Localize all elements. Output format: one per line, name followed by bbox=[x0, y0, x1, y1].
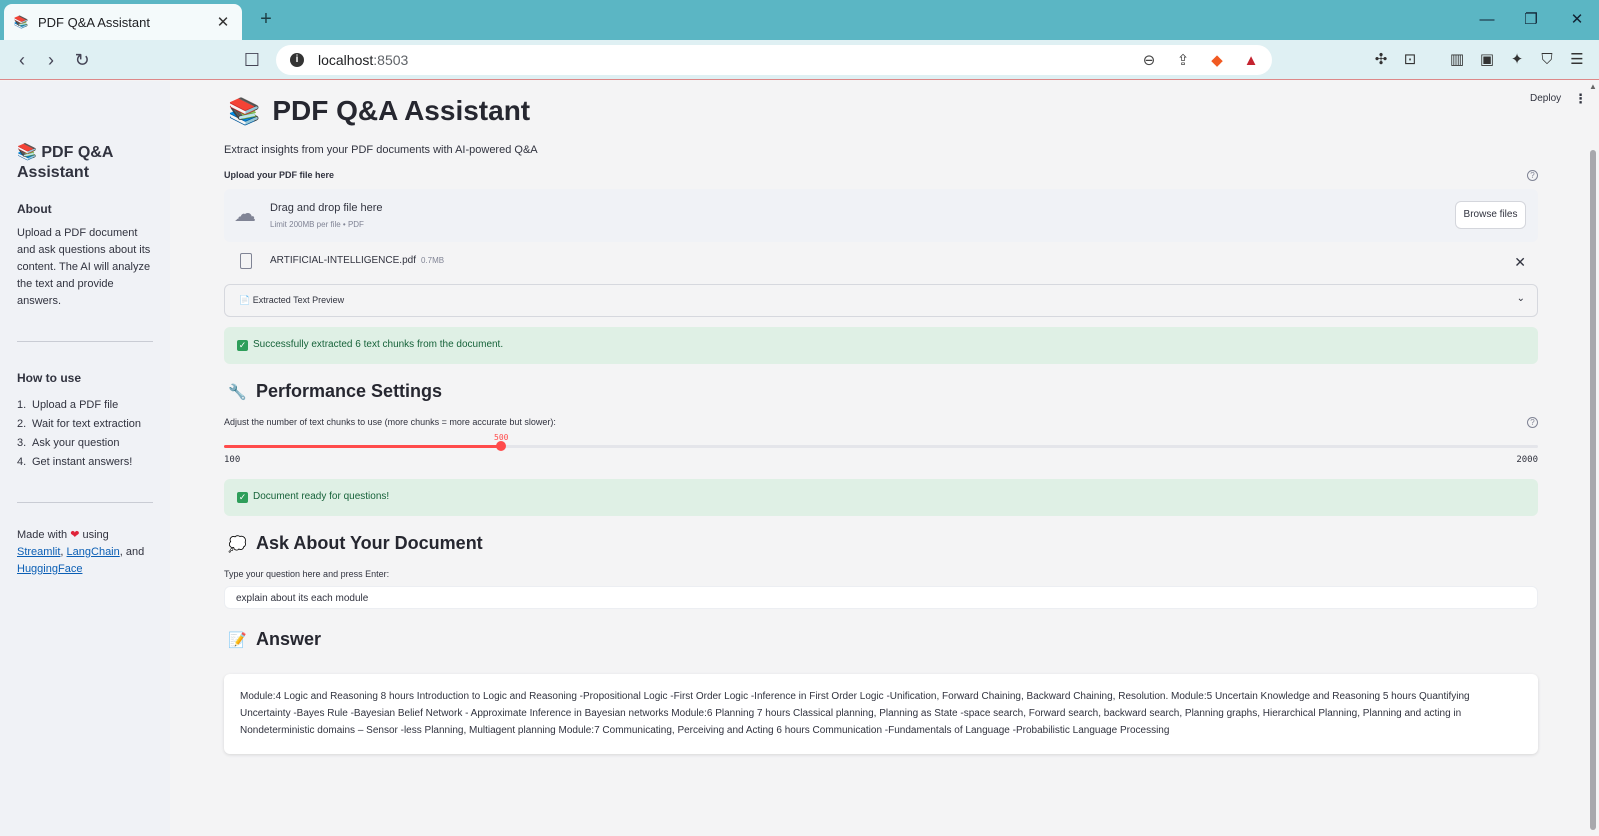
question-label: Type your question here and press Enter: bbox=[224, 569, 390, 579]
heart-icon: ❤ bbox=[70, 529, 80, 541]
check-icon: ✓ bbox=[237, 492, 248, 503]
file-dropzone[interactable]: ☁ Drag and drop file here Limit 200MB pe… bbox=[224, 189, 1538, 242]
browser-tab-bar: 📚 PDF Q&A Assistant ✕ + — ❐ ✕ bbox=[0, 0, 1599, 40]
zoom-icon[interactable]: ⊖ bbox=[1138, 50, 1160, 72]
chunks-slider[interactable] bbox=[224, 441, 1538, 451]
list-item: 2. Wait for text extraction bbox=[17, 418, 142, 430]
sidebar: 📚 PDF Q&A Assistant About Upload a PDF d… bbox=[0, 81, 170, 836]
dropzone-limit: Limit 200MB per file • PDF bbox=[270, 220, 364, 229]
slider-label: Adjust the number of text chunks to use … bbox=[224, 417, 556, 427]
ask-heading: 💭 Ask About Your Document bbox=[228, 533, 483, 553]
page-title: 📚 PDF Q&A Assistant bbox=[228, 95, 531, 126]
extensions-icon[interactable]: ✣ bbox=[1370, 49, 1392, 71]
back-icon[interactable]: ‹ bbox=[10, 48, 34, 72]
books-icon: 📚 bbox=[17, 144, 37, 161]
browse-files-button[interactable]: Browse files bbox=[1455, 201, 1526, 229]
howto-heading: How to use bbox=[17, 371, 82, 385]
credits-text: Made with ❤ using Streamlit, LangChain, … bbox=[17, 529, 145, 575]
sidebar-toggle-icon[interactable]: ▥ bbox=[1446, 49, 1468, 71]
streamlit-link[interactable]: Streamlit bbox=[17, 546, 60, 558]
restore-icon[interactable]: ❐ bbox=[1516, 8, 1546, 32]
books-icon: 📚 bbox=[228, 95, 261, 126]
list-item: 1. Upload a PDF file bbox=[17, 399, 119, 411]
divider bbox=[17, 502, 153, 503]
brave-rewards-icon[interactable]: ▲ bbox=[1240, 50, 1262, 72]
remove-file-icon[interactable]: ✕ bbox=[1514, 254, 1526, 271]
share-icon[interactable]: ⇪ bbox=[1172, 50, 1194, 72]
langchain-link[interactable]: LangChain bbox=[67, 546, 120, 558]
list-item: 3. Ask your question bbox=[17, 437, 120, 449]
performance-heading: 🔧 Performance Settings bbox=[228, 381, 443, 401]
divider bbox=[17, 341, 153, 342]
slider-thumb[interactable] bbox=[496, 441, 506, 451]
uploaded-file-row: ARTIFICIAL-INTELLIGENCE.pdf 0.7MB ✕ bbox=[224, 246, 1538, 278]
about-heading: About bbox=[17, 202, 52, 216]
success-alert: ✓ Successfully extracted 6 text chunks f… bbox=[224, 327, 1538, 364]
bookmark-icon[interactable]: ☐ bbox=[240, 48, 264, 72]
alert-text: Document ready for questions! bbox=[253, 491, 390, 502]
alert-text: Successfully extracted 6 text chunks fro… bbox=[253, 339, 504, 350]
wrench-icon: 🔧 bbox=[228, 383, 247, 401]
menu-icon[interactable]: ☰ bbox=[1566, 49, 1588, 71]
file-name: ARTIFICIAL-INTELLIGENCE.pdf 0.7MB bbox=[270, 255, 445, 266]
document-icon: 📄 bbox=[239, 295, 251, 305]
check-icon: ✓ bbox=[237, 340, 248, 351]
cloud-upload-icon: ☁ bbox=[234, 201, 256, 226]
memo-icon: 📝 bbox=[228, 631, 247, 649]
reload-icon[interactable]: ↻ bbox=[70, 48, 94, 72]
answer-box: Module:4 Logic and Reasoning 8 hours Int… bbox=[224, 674, 1538, 754]
new-tab-button[interactable]: + bbox=[254, 8, 278, 32]
forward-icon[interactable]: › bbox=[39, 48, 63, 72]
expander-label: 📄 Extracted Text Preview bbox=[239, 295, 345, 305]
vpn-icon[interactable]: ⛉ bbox=[1536, 49, 1558, 71]
file-size: 0.7MB bbox=[420, 256, 445, 265]
leo-ai-icon[interactable]: ✦ bbox=[1506, 49, 1528, 71]
question-value: explain about its each module bbox=[236, 593, 369, 604]
scroll-up-icon[interactable]: ▲ bbox=[1589, 82, 1597, 91]
file-icon bbox=[240, 253, 252, 269]
question-input[interactable]: explain about its each module bbox=[224, 586, 1538, 609]
howto-list: 1. Upload a PDF file 2. Wait for text extr… bbox=[17, 396, 153, 472]
minimize-icon[interactable]: — bbox=[1472, 8, 1502, 32]
brave-shield-icon[interactable]: ◆ bbox=[1206, 50, 1228, 72]
about-text: Upload a PDF document and ask questions … bbox=[17, 227, 151, 307]
more-options-icon[interactable]: ⋮ bbox=[1574, 91, 1587, 107]
help-icon[interactable]: ? bbox=[1527, 170, 1538, 181]
dropzone-text: Drag and drop file here bbox=[270, 202, 383, 214]
chevron-down-icon: ⌄ bbox=[1516, 293, 1525, 304]
success-alert: ✓ Document ready for questions! bbox=[224, 479, 1538, 516]
list-item: 4. Get instant answers! bbox=[17, 456, 133, 468]
speech-bubble-icon: 💭 bbox=[228, 535, 247, 553]
slider-min: 100 bbox=[224, 455, 241, 465]
deploy-button[interactable]: Deploy bbox=[1530, 93, 1561, 104]
wallet-icon[interactable]: ▣ bbox=[1476, 49, 1498, 71]
help-icon[interactable]: ? bbox=[1527, 417, 1538, 428]
site-info-icon[interactable]: i bbox=[290, 53, 304, 67]
sidebar-title: 📚 PDF Q&A Assistant bbox=[17, 144, 113, 181]
extracted-text-expander[interactable]: 📄 Extracted Text Preview ⌄ bbox=[224, 284, 1538, 317]
upload-label: Upload your PDF file here bbox=[224, 170, 335, 180]
slider-fill bbox=[224, 445, 501, 448]
browser-nav-bar: ‹ › ↻ ☐ i localhost:8503 ⊖ ⇪ ◆ ▲ ✣ ⊡ ▥ ▣… bbox=[0, 40, 1599, 80]
close-tab-icon[interactable]: ✕ bbox=[214, 13, 232, 31]
address-bar[interactable]: i localhost:8503 ⊖ ⇪ ◆ ▲ bbox=[276, 45, 1272, 75]
scrollbar[interactable] bbox=[1590, 150, 1596, 830]
url-text: localhost:8503 bbox=[318, 52, 409, 68]
close-window-icon[interactable]: ✕ bbox=[1562, 8, 1592, 32]
browser-tab[interactable]: 📚 PDF Q&A Assistant ✕ bbox=[4, 4, 242, 40]
huggingface-link[interactable]: HuggingFace bbox=[17, 563, 82, 575]
tab-title: PDF Q&A Assistant bbox=[38, 14, 150, 30]
books-icon: 📚 bbox=[13, 15, 29, 29]
reader-icon[interactable]: ⊡ bbox=[1399, 49, 1421, 71]
page-subtitle: Extract insights from your PDF documents… bbox=[224, 144, 538, 156]
slider-max: 2000 bbox=[1516, 455, 1538, 465]
answer-heading: 📝 Answer bbox=[228, 629, 322, 649]
